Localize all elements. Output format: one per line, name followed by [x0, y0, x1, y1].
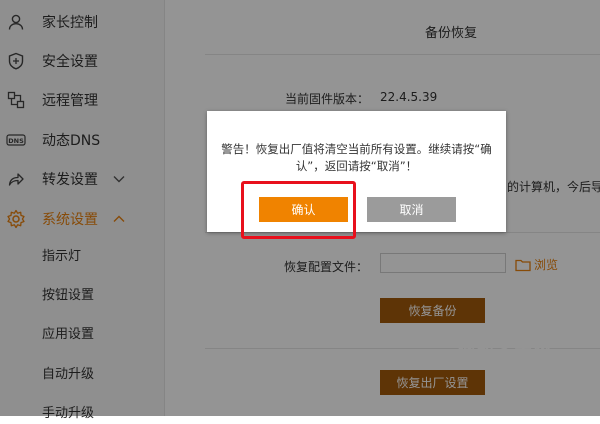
cancel-button[interactable]: 取消	[367, 197, 456, 222]
highlight-box	[241, 181, 356, 239]
dialog-message: 警告！恢复出厂值将清空当前所有设置。继续请按“确认”，返回请按“取消”！	[221, 142, 492, 173]
